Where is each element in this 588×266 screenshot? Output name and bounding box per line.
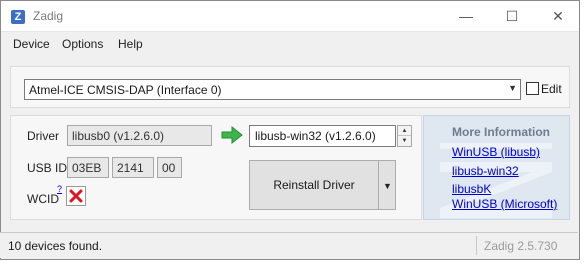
link-libusbk[interactable]: libusbK <box>452 182 491 196</box>
split-divider <box>378 161 379 209</box>
arrow-right-icon <box>221 126 243 144</box>
title-bar[interactable]: Z Zadig — ☐ ✕ <box>1 1 579 32</box>
status-separator <box>476 236 477 255</box>
link-winusb-libusb[interactable]: WinUSB (libusb) <box>452 145 540 159</box>
usb-vid-field: 03EB <box>67 157 109 178</box>
edit-label: Edit <box>541 82 562 96</box>
red-x-icon <box>69 189 83 203</box>
usb-pid-field: 2141 <box>112 157 154 178</box>
more-information-title: More Information <box>452 125 550 139</box>
driver-label: Driver <box>27 129 59 143</box>
device-count-status: 10 devices found. <box>8 239 103 253</box>
minimize-button[interactable]: — <box>443 1 489 32</box>
spin-up-icon[interactable]: ▲ <box>398 126 411 136</box>
more-information-panel: More Information WinUSB (libusb) libusb-… <box>423 115 570 220</box>
menu-options[interactable]: Options <box>62 37 103 51</box>
usb-id-label: USB ID <box>27 161 68 175</box>
usb-mi-field: 00 <box>157 157 182 178</box>
device-dropdown-value: Atmel-ICE CMSIS-DAP (Interface 0) <box>29 83 222 97</box>
driver-spinner[interactable]: ▲ ▼ <box>397 125 412 147</box>
background-edge <box>580 0 588 260</box>
spin-down-icon[interactable]: ▼ <box>398 136 411 146</box>
reinstall-driver-button[interactable]: Reinstall Driver ▼ <box>249 160 396 210</box>
status-bar: 10 devices found. Zadig 2.5.730 <box>0 232 578 258</box>
link-winusb-microsoft[interactable]: WinUSB (Microsoft) <box>452 197 557 211</box>
window-title: Zadig <box>33 9 64 23</box>
menu-device[interactable]: Device <box>13 37 50 51</box>
menu-help[interactable]: Help <box>118 37 143 51</box>
wcid-label: WCID <box>27 192 59 206</box>
background-strip <box>0 260 588 266</box>
menu-bar: Device Options Help <box>1 32 579 56</box>
edit-checkbox[interactable] <box>526 82 539 95</box>
link-libusb-win32[interactable]: libusb-win32 <box>452 164 519 178</box>
chevron-down-icon: ▼ <box>508 83 517 93</box>
target-driver-field[interactable]: libusb-win32 (v1.2.6.0) <box>249 125 396 147</box>
version-label: Zadig 2.5.730 <box>484 239 558 253</box>
dropdown-caret-icon[interactable]: ▼ <box>383 181 392 191</box>
device-dropdown[interactable]: Atmel-ICE CMSIS-DAP (Interface 0) ▼ <box>24 79 521 100</box>
maximize-button[interactable]: ☐ <box>489 1 535 32</box>
reinstall-driver-label: Reinstall Driver <box>273 178 355 192</box>
zadig-app-icon: Z <box>11 10 25 24</box>
close-button[interactable]: ✕ <box>535 1 581 32</box>
wcid-help-link[interactable]: ? <box>57 184 62 194</box>
current-driver-field: libusb0 (v1.2.6.0) <box>67 125 212 146</box>
wcid-status <box>66 186 86 206</box>
